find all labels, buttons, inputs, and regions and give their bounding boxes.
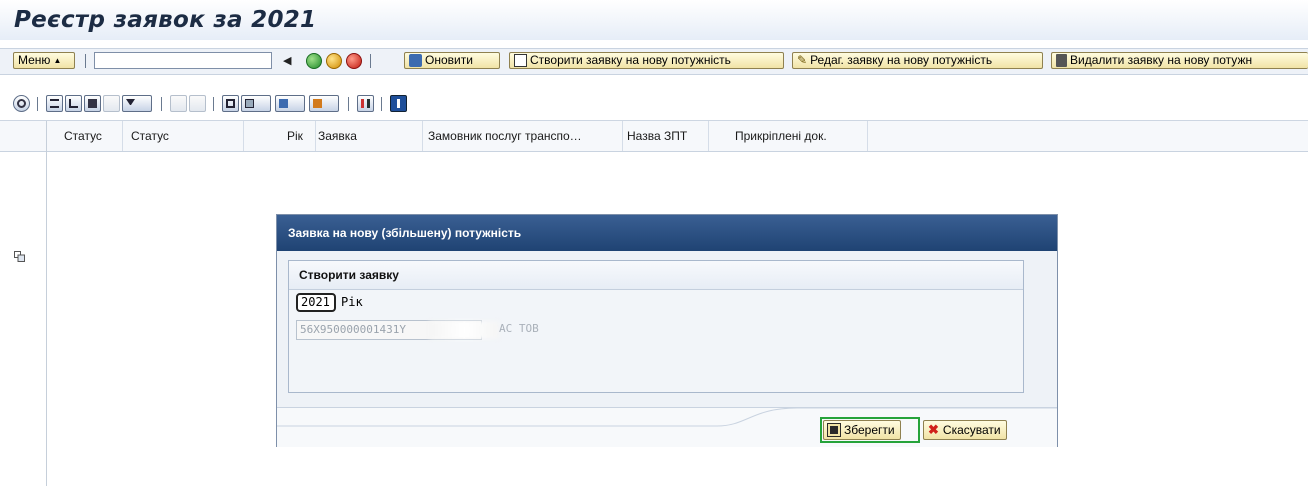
new-document-icon [514, 54, 527, 67]
create-request-group: Створити заявку 2021 Рік 56X950000001431… [288, 260, 1024, 393]
grid-header: Статус Статус Рік Заявка Замовник послуг… [0, 121, 1308, 262]
details-icon[interactable] [13, 95, 30, 112]
sort-descending-icon[interactable] [65, 95, 82, 112]
year-label: Рік [341, 295, 363, 309]
column-separator [622, 121, 623, 151]
group-title: Створити заявку [289, 261, 1023, 290]
column-separator [122, 121, 123, 151]
customer-name-suffix: АС ТОВ [499, 322, 539, 335]
column-header-status-2[interactable]: Статус [131, 121, 169, 151]
print-preview-icon[interactable] [222, 95, 239, 112]
cancel-label: Скасувати [942, 423, 1001, 437]
back-icon[interactable] [306, 53, 322, 69]
column-header-year[interactable]: Рік [287, 121, 303, 151]
cancel-button[interactable]: ✖ Скасувати [923, 420, 1007, 440]
refresh-label: Оновити [425, 53, 473, 67]
collapse-arrow-icon[interactable]: ◀ [283, 54, 291, 67]
page-title: Реєстр заявок за 2021 [14, 7, 317, 33]
graphics-icon[interactable] [357, 95, 374, 112]
filter-icon[interactable] [122, 95, 152, 112]
menu-label: Меню [18, 53, 51, 67]
column-separator [315, 121, 316, 151]
separator [348, 97, 349, 111]
views-icon[interactable] [275, 95, 305, 112]
find-icon[interactable] [84, 95, 101, 112]
separator [381, 97, 382, 111]
dialog-footer: Зберегти ✖ Скасувати [277, 407, 1057, 447]
edit-request-button[interactable]: ✎ Редаг. заявку на нову потужність [792, 52, 1043, 69]
sort-ascending-icon[interactable] [46, 95, 63, 112]
year-field[interactable]: 2021 [296, 293, 336, 312]
redacted-area [429, 321, 499, 339]
refresh-button[interactable]: Оновити [404, 52, 500, 69]
row-selector-column [46, 121, 47, 486]
close-icon: ✖ [928, 422, 939, 437]
separator [370, 54, 371, 68]
menu-dropdown-icon: ▲ [53, 56, 62, 65]
column-separator [867, 121, 868, 151]
delete-request-label: Видалити заявку на нову потужн [1070, 53, 1253, 67]
separator [37, 97, 38, 111]
refresh-icon [409, 54, 422, 67]
column-header-attached-docs[interactable]: Прикріплені док. [735, 121, 827, 151]
grid-toolbar [0, 90, 1308, 121]
exit-icon[interactable] [326, 53, 342, 69]
menu-button[interactable]: Меню ▲ [13, 52, 75, 69]
trash-icon [1056, 54, 1067, 67]
save-icon [827, 423, 841, 437]
separator [85, 54, 86, 68]
create-request-button[interactable]: Створити заявку на нову потужність [509, 52, 784, 69]
delete-request-button[interactable]: Видалити заявку на нову потужн [1051, 52, 1308, 69]
column-separator [708, 121, 709, 151]
find-next-icon [103, 95, 120, 112]
sum-icon [170, 95, 187, 112]
layout-icon[interactable] [309, 95, 339, 112]
save-button[interactable]: Зберегти [823, 420, 901, 440]
cancel-icon[interactable] [346, 53, 362, 69]
command-field[interactable] [94, 52, 272, 69]
separator [213, 97, 214, 111]
save-label: Зберегти [844, 423, 895, 437]
column-separator [243, 121, 244, 151]
separator [161, 97, 162, 111]
edit-request-label: Редаг. заявку на нову потужність [810, 53, 993, 67]
create-request-label: Створити заявку на нову потужність [530, 53, 731, 67]
select-all-icon[interactable] [14, 251, 25, 262]
application-toolbar: Меню ▲ ◀ Оновити Створити заявку на нову… [0, 48, 1308, 75]
dialog-title: Заявка на нову (збільшену) потужність [277, 215, 1057, 251]
export-icon[interactable] [241, 95, 271, 112]
column-header-customer[interactable]: Замовник послуг транспо… [428, 121, 582, 151]
title-bar: Реєстр заявок за 2021 [0, 0, 1308, 40]
column-header-zpt-name[interactable]: Назва ЗПТ [627, 121, 687, 151]
pencil-icon: ✎ [797, 53, 808, 67]
column-header-request[interactable]: Заявка [318, 121, 357, 151]
column-header-status-1[interactable]: Статус [64, 121, 102, 151]
create-request-dialog: Заявка на нову (збільшену) потужність Ст… [276, 214, 1058, 447]
column-separator [422, 121, 423, 151]
info-icon[interactable] [390, 95, 407, 112]
subtotal-icon [189, 95, 206, 112]
